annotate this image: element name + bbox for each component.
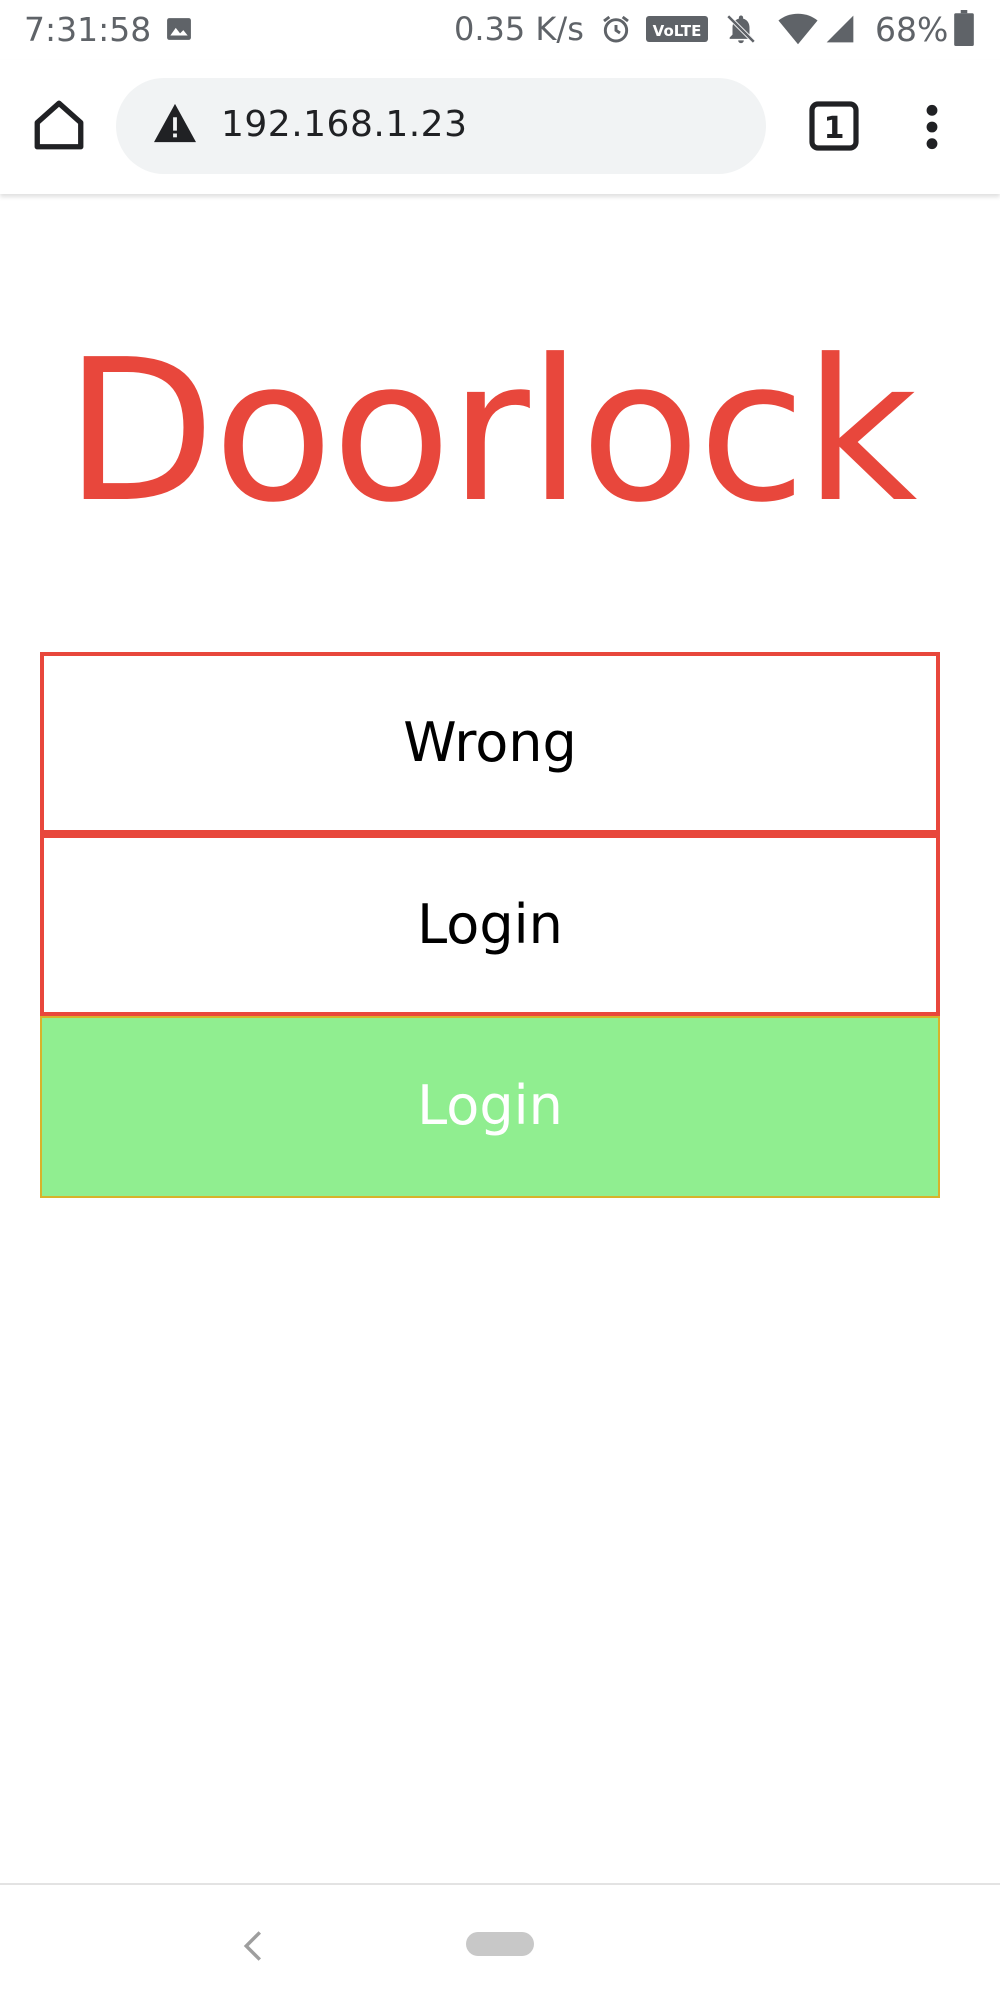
volte-label: VoLTE	[653, 22, 702, 40]
battery-percent: 68%	[875, 10, 949, 49]
home-pill[interactable]	[466, 1932, 534, 1956]
wifi-icon	[778, 13, 818, 45]
alarm-icon	[603, 15, 629, 43]
login-button[interactable]: Login	[40, 1016, 940, 1198]
url-bar[interactable]: 192.168.1.23	[116, 78, 766, 174]
notifications-off-icon	[726, 14, 756, 44]
more-vert-icon[interactable]	[912, 102, 952, 152]
browser-toolbar: 192.168.1.23 1	[0, 60, 1000, 194]
status-bar: 7:31:58 0.35 K/s VoLTE 68%	[0, 0, 1000, 60]
battery-icon	[954, 10, 974, 46]
image-icon	[167, 18, 191, 40]
tabs-icon[interactable]: 1	[808, 100, 860, 152]
volte-icon: VoLTE	[646, 16, 708, 42]
warning-icon[interactable]	[152, 102, 198, 144]
page-title: Doorlock	[64, 318, 918, 546]
password-input[interactable]: Login	[40, 834, 940, 1016]
home-icon[interactable]	[30, 96, 88, 154]
signal-icon	[826, 15, 854, 43]
page-content: Doorlock Wrong Login Login	[0, 194, 1000, 1884]
back-icon[interactable]	[238, 1929, 268, 1963]
username-input[interactable]: Wrong	[40, 652, 940, 834]
network-speed: 0.35 K/s	[454, 10, 584, 48]
navigation-bar	[0, 1883, 1000, 1999]
url-text[interactable]: 192.168.1.23	[221, 104, 467, 145]
status-time: 7:31:58	[24, 10, 152, 49]
tab-count: 1	[824, 111, 845, 146]
